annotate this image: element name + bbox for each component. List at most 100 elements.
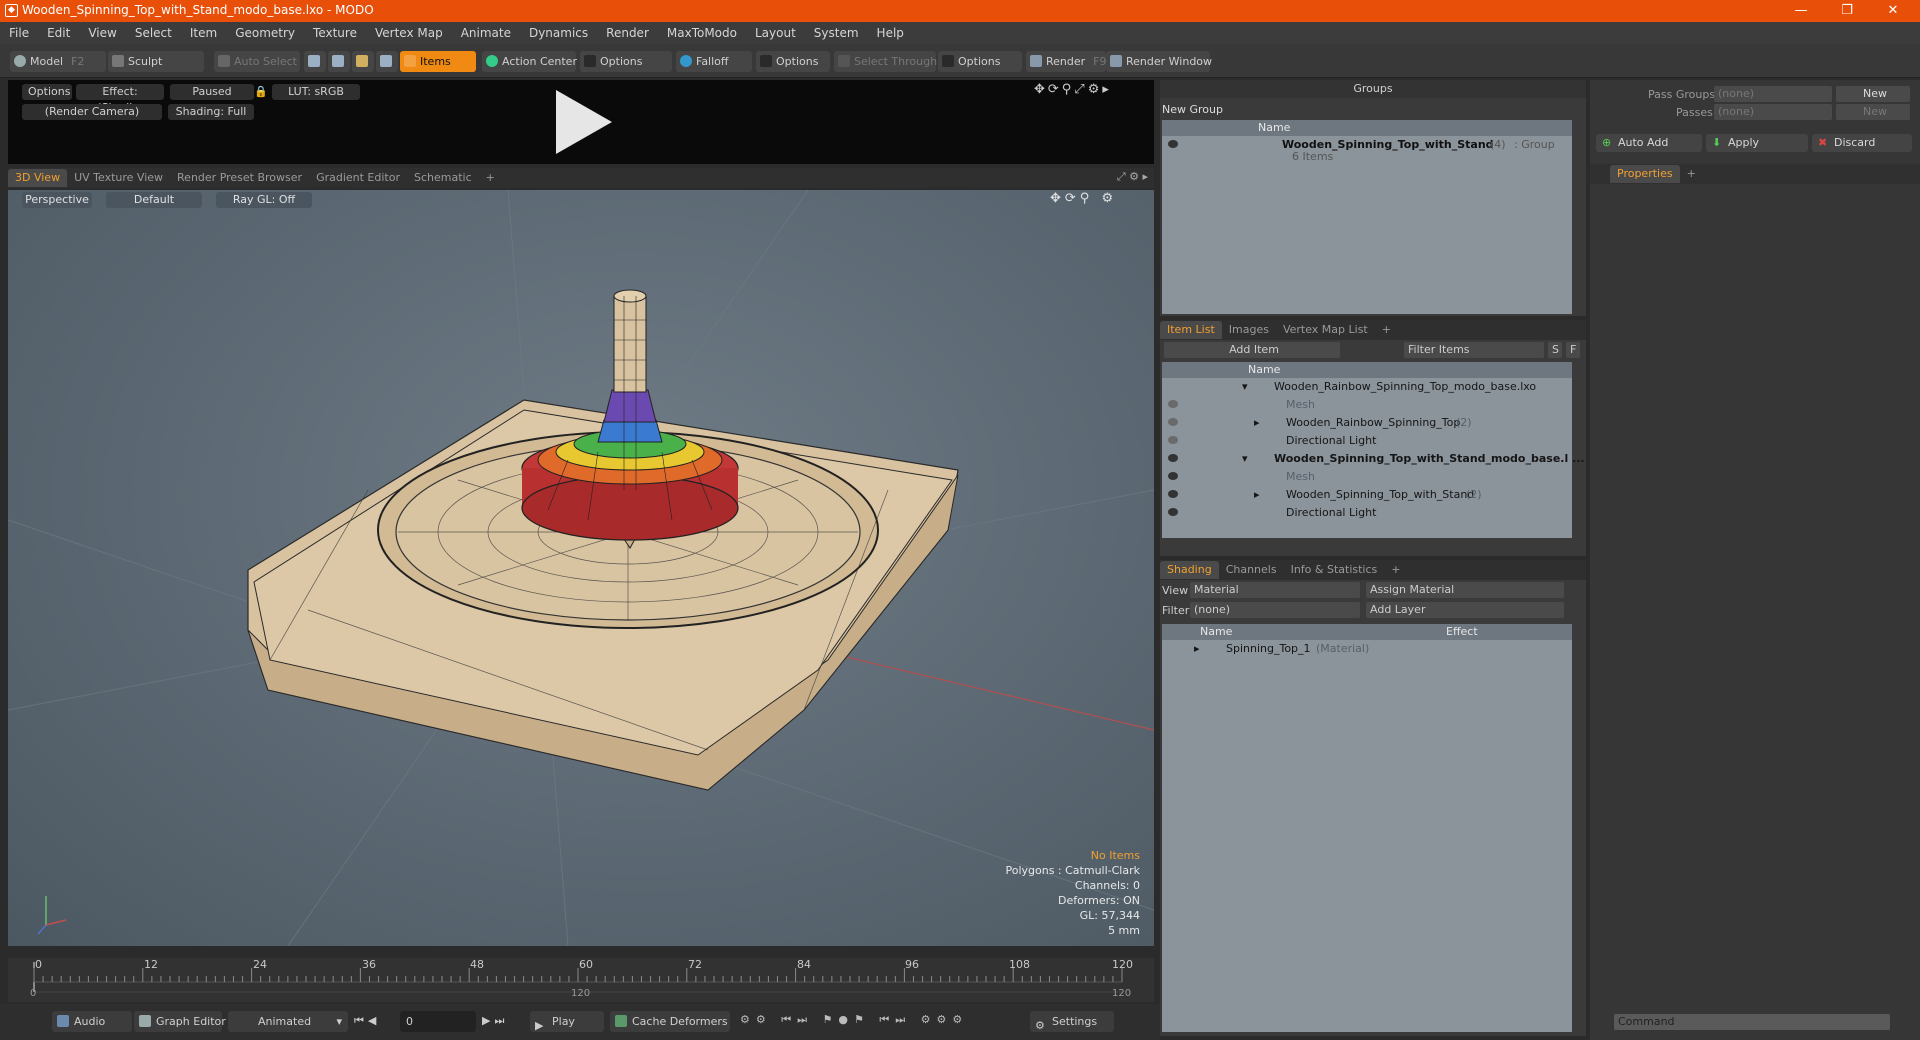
- auto-add-button[interactable]: ⊕ Auto Add: [1596, 134, 1702, 152]
- tab-info-statistics[interactable]: Info & Statistics: [1284, 561, 1385, 579]
- new-pass-group-button[interactable]: New: [1836, 86, 1910, 102]
- command-input[interactable]: Command: [1614, 1014, 1890, 1030]
- f-toggle[interactable]: F: [1566, 342, 1580, 358]
- group-row[interactable]: Wooden_Spinning_Top_with_Stand (4) : Gro…: [1162, 136, 1572, 166]
- transport-start-icons[interactable]: ⏮◀: [354, 1014, 380, 1028]
- preview-paused-button[interactable]: Paused: [170, 84, 254, 100]
- view-dropdown[interactable]: Material: [1190, 582, 1360, 598]
- sculpt-mode-button[interactable]: Sculpt: [108, 51, 204, 72]
- add-tab-button[interactable]: +: [1384, 561, 1407, 579]
- menu-help[interactable]: Help: [868, 22, 913, 44]
- tab-shading[interactable]: Shading: [1160, 561, 1219, 579]
- add-tab-button[interactable]: +: [479, 169, 502, 187]
- lock-icon[interactable]: 🔒: [254, 84, 268, 100]
- s-toggle[interactable]: S: [1548, 342, 1562, 358]
- list-item[interactable]: Directional Light: [1162, 432, 1572, 450]
- visibility-icon[interactable]: [1168, 400, 1178, 408]
- menu-layout[interactable]: Layout: [746, 22, 805, 44]
- material-row[interactable]: ▸ Spinning_Top_1 (Material): [1162, 640, 1572, 658]
- maximize-button[interactable]: ❐: [1824, 0, 1870, 22]
- assign-material-dropdown[interactable]: Assign Material: [1366, 582, 1564, 598]
- animated-dropdown[interactable]: Animated ▾: [228, 1011, 348, 1032]
- tab-gradient-editor[interactable]: Gradient Editor: [309, 169, 407, 187]
- select-options-button[interactable]: Options: [938, 51, 1022, 72]
- menu-system[interactable]: System: [805, 22, 868, 44]
- model-mode-button[interactable]: Model F2: [10, 51, 106, 72]
- passes-dropdown[interactable]: (none): [1714, 104, 1832, 120]
- menu-geometry[interactable]: Geometry: [226, 22, 304, 44]
- list-item[interactable]: Mesh: [1162, 468, 1572, 486]
- expand-icon[interactable]: ▸: [1254, 414, 1260, 432]
- transport-end-icons[interactable]: ▶⏭: [482, 1014, 508, 1028]
- minimize-button[interactable]: —: [1778, 0, 1824, 22]
- menu-item[interactable]: Item: [181, 22, 226, 44]
- menu-dynamics[interactable]: Dynamics: [520, 22, 597, 44]
- tab-channels[interactable]: Channels: [1219, 561, 1284, 579]
- list-item[interactable]: ▾ Wooden_Spinning_Top_with_Stand_modo_bas…: [1162, 450, 1585, 468]
- tab-item-list[interactable]: Item List: [1160, 321, 1222, 339]
- add-tab-button[interactable]: +: [1680, 165, 1703, 183]
- settings-button[interactable]: ⚙ Settings: [1030, 1011, 1114, 1032]
- select-through-button[interactable]: Select Through: [834, 51, 937, 72]
- falloff-button[interactable]: Falloff: [676, 51, 752, 72]
- list-item[interactable]: Mesh: [1162, 396, 1572, 414]
- discard-button[interactable]: ✖ Discard: [1812, 134, 1912, 152]
- list-item[interactable]: ▸ Wooden_Spinning_Top_with_Stand (2): [1162, 486, 1572, 504]
- new-group-button[interactable]: New Group: [1162, 102, 1223, 118]
- list-item[interactable]: Directional Light: [1162, 504, 1572, 522]
- graph-editor-button[interactable]: Graph Editor: [134, 1011, 226, 1032]
- list-item[interactable]: ▾ Wooden_Rainbow_Spinning_Top_modo_base.l…: [1162, 378, 1572, 396]
- expand-icon[interactable]: ▸: [1254, 486, 1260, 504]
- close-button[interactable]: ✕: [1870, 0, 1916, 22]
- tab-vertex-map-list[interactable]: Vertex Map List: [1276, 321, 1375, 339]
- material-mode-button[interactable]: [376, 51, 398, 72]
- auto-select-button[interactable]: Auto Select: [214, 51, 300, 72]
- expand-icon[interactable]: ▸: [1194, 640, 1200, 658]
- list-item[interactable]: ▸ Wooden_Rainbow_Spinning_Top (2): [1162, 414, 1572, 432]
- tab-3d-view[interactable]: 3D View: [8, 169, 68, 187]
- visibility-icon[interactable]: [1168, 454, 1178, 462]
- audio-button[interactable]: Audio: [52, 1011, 132, 1032]
- action-center-options-button[interactable]: Options: [580, 51, 672, 72]
- cache-deformers-button[interactable]: Cache Deformers: [610, 1011, 730, 1032]
- play-button[interactable]: ▶ Play: [530, 1011, 604, 1032]
- menu-select[interactable]: Select: [126, 22, 181, 44]
- viewport-menu-icon[interactable]: ⤢ ⚙ ▸: [1117, 170, 1148, 184]
- new-pass-button[interactable]: New: [1836, 104, 1910, 120]
- vertex-mode-button[interactable]: [304, 51, 326, 72]
- menu-file[interactable]: File: [0, 22, 38, 44]
- shading-dropdown[interactable]: Shading: Full: [168, 104, 254, 120]
- add-layer-dropdown[interactable]: Add Layer: [1366, 602, 1564, 618]
- menu-vertex-map[interactable]: Vertex Map: [366, 22, 452, 44]
- menu-texture[interactable]: Texture: [304, 22, 366, 44]
- menu-view[interactable]: View: [79, 22, 125, 44]
- preview-effect-dropdown[interactable]: Effect: (Shadi...: [76, 84, 164, 114]
- render-camera-dropdown[interactable]: (Render Camera): [22, 104, 162, 120]
- render-button[interactable]: Render F9: [1026, 51, 1107, 72]
- tab-images[interactable]: Images: [1222, 321, 1276, 339]
- menu-maxtomodo[interactable]: MaxToModo: [658, 22, 746, 44]
- play-preview-icon[interactable]: [548, 88, 616, 156]
- filter-dropdown[interactable]: (none): [1190, 602, 1360, 618]
- tab-schematic[interactable]: Schematic: [407, 169, 479, 187]
- visibility-icon[interactable]: [1168, 140, 1178, 148]
- preview-view-controls-icon[interactable]: ✥⟳⚲⤢⚙▸: [1034, 82, 1112, 97]
- tab-uv-texture-view[interactable]: UV Texture View: [67, 169, 170, 187]
- visibility-icon[interactable]: [1168, 490, 1178, 498]
- frame-input[interactable]: 0: [400, 1011, 476, 1032]
- tab-render-preset-browser[interactable]: Render Preset Browser: [170, 169, 309, 187]
- menu-animate[interactable]: Animate: [452, 22, 520, 44]
- edge-mode-button[interactable]: [328, 51, 350, 72]
- polygon-mode-button[interactable]: [352, 51, 374, 72]
- items-mode-button[interactable]: Items: [400, 51, 476, 72]
- menu-render[interactable]: Render: [597, 22, 658, 44]
- falloff-options-button[interactable]: Options: [756, 51, 830, 72]
- lut-dropdown[interactable]: LUT: sRGB: [272, 84, 360, 100]
- add-item-dropdown[interactable]: Add Item: [1164, 342, 1340, 358]
- filter-items-input[interactable]: Filter Items: [1404, 342, 1544, 358]
- keyframe-tools-icons[interactable]: ⚙⚙ ⏮⏭ ⚑●⚑ ⏮⏭ ⚙⚙⚙: [740, 1013, 968, 1027]
- tab-properties[interactable]: Properties: [1610, 165, 1680, 183]
- apply-button[interactable]: ⬇ Apply: [1706, 134, 1808, 152]
- timeline[interactable]: 0 12 24 36 48 60 72 84 96 108 120 0 120 …: [8, 958, 1154, 1002]
- visibility-icon[interactable]: [1168, 472, 1178, 480]
